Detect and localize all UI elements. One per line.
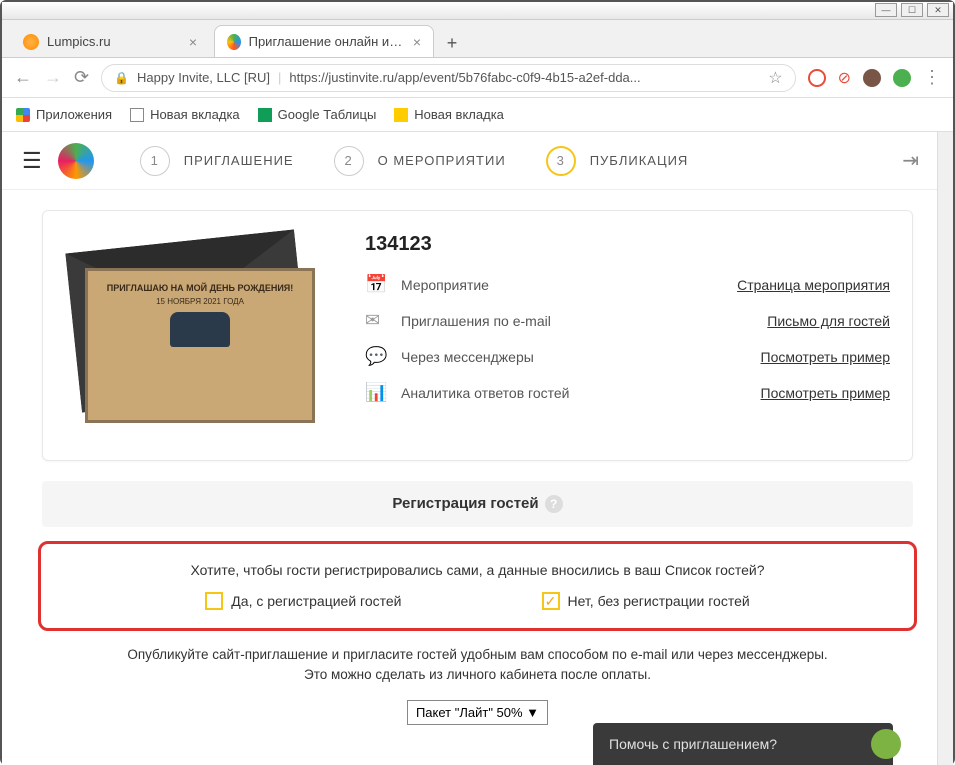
step-2[interactable]: 2О МЕРОПРИЯТИИ [334, 146, 506, 176]
url-text: https://justinvite.ru/app/event/5b76fabc… [289, 70, 760, 85]
chat-icon: 💬 [365, 346, 387, 368]
favicon-icon [227, 34, 241, 50]
tab-invite[interactable]: Приглашение онлайн и сайт м × [214, 25, 434, 57]
registration-box: Хотите, чтобы гости регистрировались сам… [38, 541, 917, 631]
section-header-registration: Регистрация гостей? [42, 481, 913, 527]
extension-slash-icon[interactable]: ⊘ [838, 68, 851, 88]
option-without-registration[interactable]: ✓Нет, без регистрации гостей [542, 592, 750, 610]
event-card: ПРИГЛАШАЮ НА МОЙ ДЕНЬ РОЖДЕНИЯ! 15 НОЯБР… [42, 210, 913, 461]
publish-note: Опубликуйте сайт-приглашение и пригласит… [42, 645, 913, 686]
address-bar[interactable]: 🔒 Happy Invite, LLC [RU] | https://justi… [101, 64, 796, 92]
close-tab-icon[interactable]: × [189, 34, 197, 50]
invite-thumbnail[interactable]: ПРИГЛАШАЮ НА МОЙ ДЕНЬ РОЖДЕНИЯ! 15 НОЯБР… [65, 233, 325, 438]
back-button[interactable]: ← [14, 67, 32, 88]
analytics-icon: 📊 [365, 382, 387, 404]
lock-icon: 🔒 [114, 71, 129, 85]
address-row: ← → ⟳ 🔒 Happy Invite, LLC [RU] | https:/… [2, 58, 953, 98]
site-identity: Happy Invite, LLC [RU] [137, 70, 270, 85]
window-titlebar: — ☐ ✕ [2, 2, 953, 20]
meta-analytics: 📊Аналитика ответов гостейПосмотреть прим… [365, 382, 890, 404]
bookmark-apps[interactable]: Приложения [16, 107, 112, 122]
mail-icon: ✉ [365, 310, 387, 332]
file-icon [130, 108, 144, 122]
help-dot-icon [871, 729, 901, 759]
event-page-link[interactable]: Страница мероприятия [737, 277, 890, 293]
calendar-icon: 📅 [365, 274, 387, 296]
meta-email: ✉Приглашения по e-mailПисьмо для гостей [365, 310, 890, 332]
invite-graphic: ПРИГЛАШАЮ НА МОЙ ДЕНЬ РОЖДЕНИЯ! 15 НОЯБР… [85, 268, 315, 423]
step-1[interactable]: 1ПРИГЛАШЕНИЕ [140, 146, 294, 176]
extension-green-icon[interactable] [893, 69, 911, 87]
scrollbar[interactable] [937, 132, 953, 765]
page-content: ☰ 1ПРИГЛАШЕНИЕ 2О МЕРОПРИЯТИИ 3ПУБЛИКАЦИ… [2, 132, 953, 765]
app-logo[interactable] [58, 143, 94, 179]
help-icon[interactable]: ? [545, 495, 563, 513]
meta-event: 📅МероприятиеСтраница мероприятия [365, 274, 890, 296]
checkbox-checked[interactable]: ✓ [542, 592, 560, 610]
profile-avatar-icon[interactable] [863, 69, 881, 87]
menu-button[interactable]: ⋮ [923, 67, 941, 88]
registration-question: Хотите, чтобы гости регистрировались сам… [59, 562, 896, 578]
menu-icon[interactable]: ☰ [22, 148, 42, 174]
event-title: 134123 [365, 233, 890, 256]
meta-messenger: 💬Через мессенджерыПосмотреть пример [365, 346, 890, 368]
bookmark-sheets[interactable]: Google Таблицы [258, 107, 377, 122]
apps-icon [16, 108, 30, 122]
favicon-icon [23, 34, 39, 50]
exit-icon[interactable]: ⇥ [902, 148, 919, 173]
extension-opera-icon[interactable] [808, 69, 826, 87]
guest-letter-link[interactable]: Письмо для гостей [767, 313, 890, 329]
yandex-icon [394, 108, 408, 122]
step-3[interactable]: 3ПУБЛИКАЦИЯ [546, 146, 689, 176]
option-with-registration[interactable]: Да, с регистрацией гостей [205, 592, 401, 610]
bookmark-newtab-1[interactable]: Новая вкладка [130, 107, 240, 122]
new-tab-button[interactable]: + [438, 29, 466, 57]
tab-lumpics[interactable]: Lumpics.ru × [10, 25, 210, 57]
step-bar: ☰ 1ПРИГЛАШЕНИЕ 2О МЕРОПРИЯТИИ 3ПУБЛИКАЦИ… [2, 132, 953, 190]
package-select[interactable]: Пакет "Лайт" 50% ▼ [407, 700, 548, 725]
tab-title: Lumpics.ru [47, 34, 111, 49]
bookmarks-bar: Приложения Новая вкладка Google Таблицы … [2, 98, 953, 132]
analytics-example-link[interactable]: Посмотреть пример [761, 385, 890, 401]
close-tab-icon[interactable]: × [413, 34, 421, 50]
sheets-icon [258, 108, 272, 122]
bookmark-star-icon[interactable]: ☆ [768, 68, 782, 88]
window-minimize[interactable]: — [875, 3, 897, 17]
help-widget[interactable]: Помочь с приглашением? [593, 723, 893, 765]
bookmark-newtab-2[interactable]: Новая вкладка [394, 107, 504, 122]
reload-button[interactable]: ⟳ [74, 67, 89, 88]
window-close[interactable]: ✕ [927, 3, 949, 17]
browser-tabbar: Lumpics.ru × Приглашение онлайн и сайт м… [2, 20, 953, 58]
messenger-example-link[interactable]: Посмотреть пример [761, 349, 890, 365]
tab-title: Приглашение онлайн и сайт м [249, 34, 405, 49]
checkbox-unchecked[interactable] [205, 592, 223, 610]
window-maximize[interactable]: ☐ [901, 3, 923, 17]
forward-button[interactable]: → [44, 67, 62, 88]
